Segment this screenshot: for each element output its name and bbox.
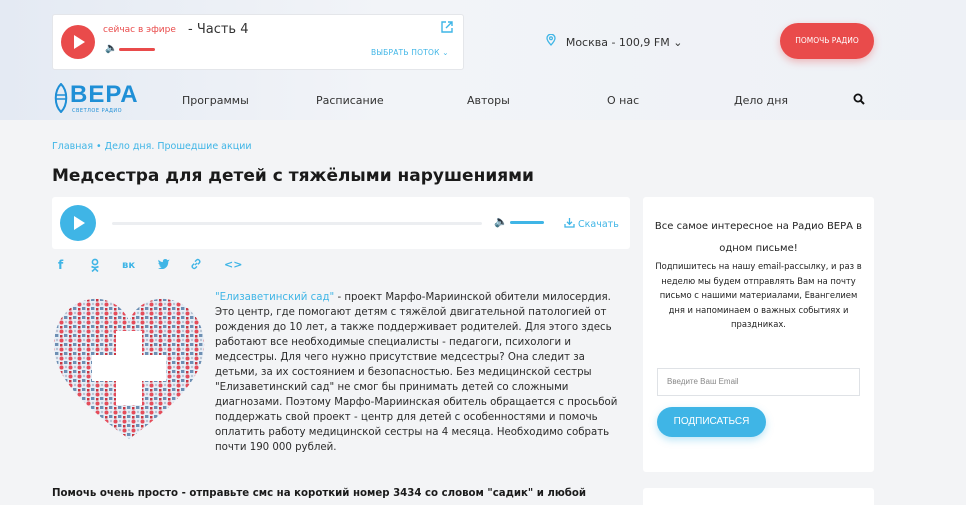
nav-programs[interactable]: Программы [182, 94, 249, 107]
article-text: - проект Марфо-Мариинской обители милосе… [215, 292, 618, 453]
fish-logo-icon [54, 83, 68, 113]
logo[interactable]: ВЕРА СВЕТЛОЕ РАДИО [52, 81, 142, 117]
track-title: - Часть 4 [188, 22, 249, 37]
audio-progress-bar[interactable] [112, 222, 482, 225]
page-title: Медсестра для детей с тяжёлыми нарушения… [52, 166, 534, 186]
facebook-icon[interactable]: f [58, 258, 63, 272]
live-player: сейчас в эфире - Часть 4 🔈 ВЫБРАТЬ ПОТОК… [52, 14, 464, 70]
newsletter-description: Подпишитесь на нашу email-рассылку, и ра… [655, 261, 862, 329]
article-body: "Елизаветинский сад" - проект Марфо-Мари… [52, 290, 630, 462]
volume-slider[interactable] [119, 48, 155, 51]
garden-link[interactable]: "Елизаветинский сад" [215, 292, 334, 303]
onair-label: сейчас в эфире [103, 25, 176, 35]
nav-schedule[interactable]: Расписание [316, 94, 384, 107]
vk-icon[interactable]: вк [122, 260, 135, 271]
logo-name: ВЕРА [70, 81, 139, 108]
live-play-button[interactable] [61, 25, 95, 59]
audio-volume-icon[interactable]: 🔈 [494, 215, 508, 228]
nav-about[interactable]: О нас [607, 94, 639, 107]
email-field[interactable]: Введите Ваш Email [657, 368, 860, 396]
choose-stream-link[interactable]: ВЫБРАТЬ ПОТОК ⌄ [371, 48, 449, 57]
newsletter-widget: Все самое интересное на Радио ВЕРА в одн… [643, 197, 874, 472]
logo-tagline: СВЕТЛОЕ РАДИО [72, 108, 123, 114]
help-radio-button[interactable]: ПОМОЧЬ РАДИО [780, 23, 874, 59]
audio-play-button[interactable] [60, 205, 96, 241]
search-icon[interactable] [853, 93, 865, 109]
twitter-icon[interactable] [158, 258, 170, 272]
odnoklassniki-icon[interactable] [90, 258, 100, 275]
link-icon[interactable] [190, 258, 202, 273]
station-selector[interactable]: Москва - 100,9 FM ⌄ [546, 33, 683, 49]
nav-authors[interactable]: Авторы [467, 94, 510, 107]
main-nav: ВЕРА СВЕТЛОЕ РАДИО Программы Расписание … [0, 78, 966, 122]
article-body-2: Помочь очень просто - отправьте смс на к… [52, 488, 587, 499]
nav-deed-of-day[interactable]: Дело дня [734, 94, 788, 107]
newsletter-heading: Все самое интересное на Радио ВЕРА в одн… [654, 221, 863, 254]
volume-icon[interactable]: 🔈 [105, 43, 117, 54]
sidebar-widget-2 [643, 488, 874, 505]
breadcrumb-home[interactable]: Главная [52, 141, 93, 152]
embed-icon[interactable]: <> [224, 258, 242, 271]
audio-volume-slider[interactable] [510, 221, 544, 224]
subscribe-button[interactable]: ПОДПИСАТЬСЯ [657, 407, 766, 437]
download-label: Скачать [578, 219, 619, 230]
station-label: Москва - 100,9 FM ⌄ [565, 36, 683, 49]
article-audio-player: 🔈 Скачать [52, 197, 630, 249]
breadcrumb: Главная • Дело дня. Прошедшие акции [52, 141, 252, 152]
external-link-icon[interactable] [441, 21, 453, 33]
download-icon [564, 218, 575, 228]
breadcrumb-section[interactable]: Дело дня. Прошедшие акции [105, 141, 252, 152]
download-link[interactable]: Скачать [564, 217, 619, 230]
location-pin-icon [546, 33, 560, 49]
